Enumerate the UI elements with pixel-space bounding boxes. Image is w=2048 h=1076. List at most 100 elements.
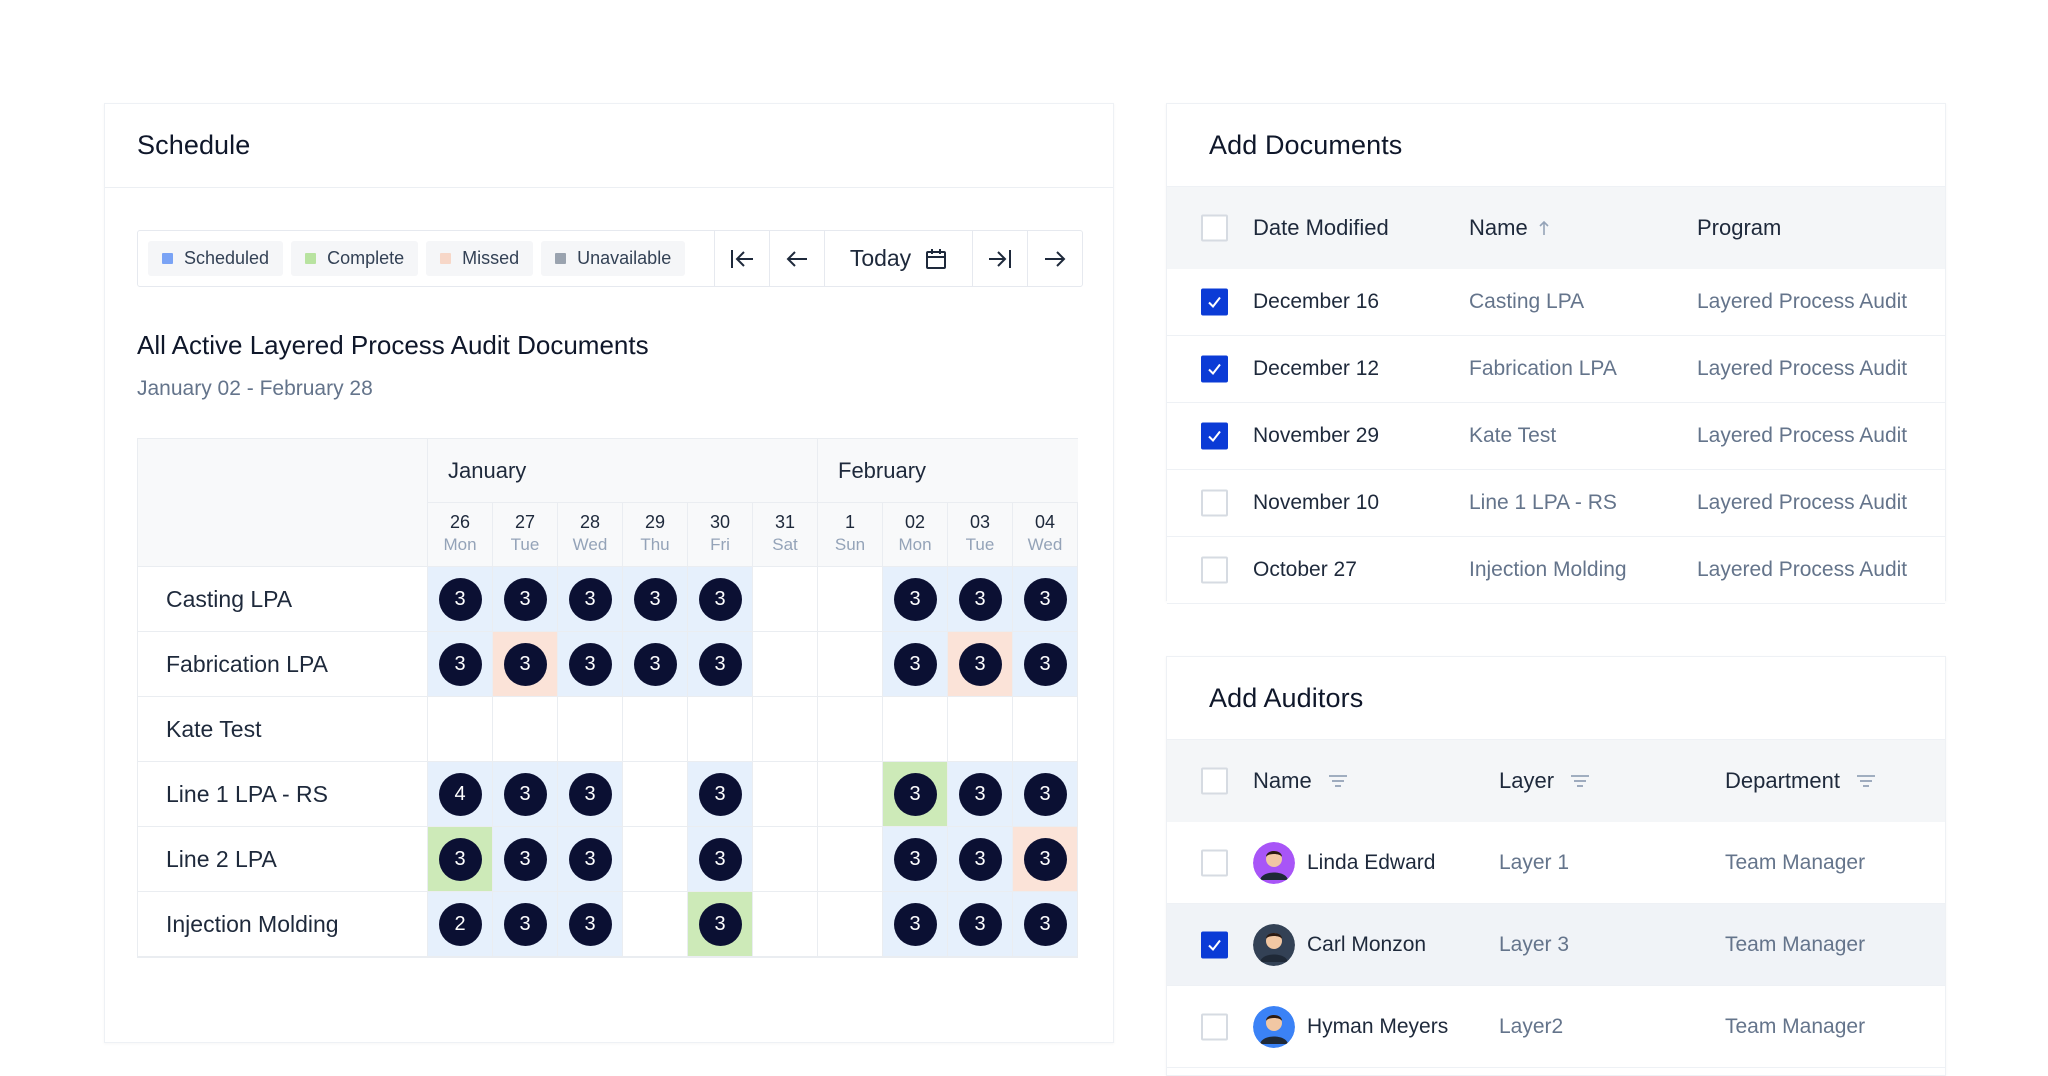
schedule-cell[interactable]: 3 [428, 632, 493, 697]
previous-button[interactable] [769, 231, 824, 286]
schedule-cell[interactable]: 3 [688, 632, 753, 697]
audit-count-badge[interactable]: 3 [698, 577, 742, 621]
audit-count-badge[interactable]: 2 [438, 902, 482, 946]
audit-count-badge[interactable]: 3 [568, 772, 612, 816]
row-checkbox[interactable] [1201, 849, 1228, 876]
audit-count-badge[interactable]: 3 [958, 772, 1002, 816]
today-button[interactable]: Today [824, 231, 972, 286]
row-checkbox[interactable] [1201, 355, 1228, 383]
table-row[interactable]: Hyman Meyers Layer2 Team Manager [1167, 986, 1945, 1068]
audit-count-badge[interactable]: 3 [893, 772, 937, 816]
audit-count-badge[interactable]: 3 [698, 837, 742, 881]
audit-count-badge[interactable]: 3 [1023, 577, 1067, 621]
audit-count-badge[interactable]: 3 [1023, 837, 1067, 881]
schedule-cell[interactable]: 3 [883, 567, 948, 632]
audit-count-badge[interactable]: 3 [1023, 772, 1067, 816]
schedule-cell[interactable]: 3 [493, 567, 558, 632]
schedule-cell[interactable]: 3 [688, 892, 753, 957]
audit-count-badge[interactable]: 3 [1023, 902, 1067, 946]
audit-count-badge[interactable]: 3 [633, 577, 677, 621]
column-name[interactable]: Name [1469, 215, 1550, 241]
audit-count-badge[interactable]: 3 [1023, 642, 1067, 686]
audit-count-badge[interactable]: 3 [698, 772, 742, 816]
schedule-cell[interactable]: 3 [688, 567, 753, 632]
row-checkbox[interactable] [1201, 489, 1228, 517]
schedule-cell[interactable]: 3 [558, 762, 623, 827]
schedule-cell[interactable]: 3 [883, 827, 948, 892]
audit-count-badge[interactable]: 3 [633, 642, 677, 686]
audit-count-badge[interactable]: 3 [698, 902, 742, 946]
schedule-cell[interactable]: 2 [428, 892, 493, 957]
column-date-modified[interactable]: Date Modified [1253, 215, 1389, 241]
audit-count-badge[interactable]: 3 [503, 902, 547, 946]
schedule-cell[interactable]: 3 [948, 567, 1013, 632]
audit-count-badge[interactable]: 3 [893, 577, 937, 621]
audit-count-badge[interactable]: 3 [438, 837, 482, 881]
select-all-checkbox[interactable] [1201, 214, 1228, 242]
schedule-cell[interactable]: 3 [948, 762, 1013, 827]
column-name[interactable]: Name [1253, 768, 1348, 794]
audit-count-badge[interactable]: 3 [503, 577, 547, 621]
schedule-cell[interactable]: 3 [948, 632, 1013, 697]
schedule-cell[interactable]: 3 [558, 632, 623, 697]
audit-count-badge[interactable]: 3 [568, 902, 612, 946]
schedule-cell[interactable]: 3 [493, 892, 558, 957]
audit-count-badge[interactable]: 3 [503, 837, 547, 881]
select-all-checkbox[interactable] [1201, 767, 1228, 795]
row-checkbox[interactable] [1201, 288, 1228, 316]
schedule-cell[interactable]: 3 [493, 762, 558, 827]
audit-count-badge[interactable]: 3 [568, 642, 612, 686]
schedule-cell[interactable]: 3 [493, 827, 558, 892]
schedule-cell[interactable]: 3 [1013, 892, 1078, 957]
table-row[interactable]: December 12 Fabrication LPA Layered Proces… [1167, 336, 1945, 403]
table-row[interactable]: Linda Edward Layer 1 Team Manager [1167, 822, 1945, 904]
row-checkbox[interactable] [1201, 1013, 1228, 1040]
schedule-cell[interactable]: 3 [493, 632, 558, 697]
schedule-cell[interactable]: 3 [688, 762, 753, 827]
row-checkbox[interactable] [1201, 931, 1228, 958]
schedule-cell[interactable]: 3 [623, 567, 688, 632]
schedule-cell[interactable]: 3 [558, 567, 623, 632]
column-department[interactable]: Department [1725, 768, 1876, 794]
filter-icon[interactable] [1856, 774, 1876, 788]
row-checkbox[interactable] [1201, 422, 1228, 450]
audit-count-badge[interactable]: 3 [893, 902, 937, 946]
first-page-button[interactable] [714, 231, 769, 286]
next-button[interactable] [1027, 231, 1082, 286]
table-row[interactable]: November 29 Kate Test Layered Process Audi… [1167, 403, 1945, 470]
table-row[interactable]: December 16 Casting LPA Layered Process Au… [1167, 269, 1945, 336]
schedule-cell[interactable]: 3 [883, 892, 948, 957]
audit-count-badge[interactable]: 3 [958, 902, 1002, 946]
schedule-cell[interactable]: 4 [428, 762, 493, 827]
last-page-button[interactable] [972, 231, 1027, 286]
audit-count-badge[interactable]: 3 [568, 837, 612, 881]
audit-count-badge[interactable]: 3 [568, 577, 612, 621]
audit-count-badge[interactable]: 3 [438, 577, 482, 621]
row-checkbox[interactable] [1201, 556, 1228, 584]
schedule-cell[interactable]: 3 [948, 827, 1013, 892]
audit-count-badge[interactable]: 3 [958, 642, 1002, 686]
filter-icon[interactable] [1328, 774, 1348, 788]
schedule-cell[interactable]: 3 [1013, 827, 1078, 892]
table-row[interactable]: October 27 Injection Molding Layered Proce… [1167, 537, 1945, 604]
audit-count-badge[interactable]: 4 [438, 772, 482, 816]
filter-icon[interactable] [1570, 774, 1590, 788]
schedule-cell[interactable]: 3 [428, 827, 493, 892]
column-program[interactable]: Program [1697, 215, 1781, 241]
schedule-cell[interactable]: 3 [1013, 762, 1078, 827]
audit-count-badge[interactable]: 3 [893, 642, 937, 686]
audit-count-badge[interactable]: 3 [698, 642, 742, 686]
audit-count-badge[interactable]: 3 [893, 837, 937, 881]
audit-count-badge[interactable]: 3 [958, 577, 1002, 621]
schedule-cell[interactable]: 3 [428, 567, 493, 632]
schedule-cell[interactable]: 3 [948, 892, 1013, 957]
table-row[interactable]: November 10 Line 1 LPA - RS Layered Proces… [1167, 470, 1945, 537]
schedule-cell[interactable]: 3 [883, 632, 948, 697]
schedule-cell[interactable]: 3 [558, 827, 623, 892]
audit-count-badge[interactable]: 3 [958, 837, 1002, 881]
schedule-cell[interactable]: 3 [883, 762, 948, 827]
schedule-cell[interactable]: 3 [558, 892, 623, 957]
audit-count-badge[interactable]: 3 [503, 772, 547, 816]
schedule-cell[interactable]: 3 [623, 632, 688, 697]
audit-count-badge[interactable]: 3 [503, 642, 547, 686]
